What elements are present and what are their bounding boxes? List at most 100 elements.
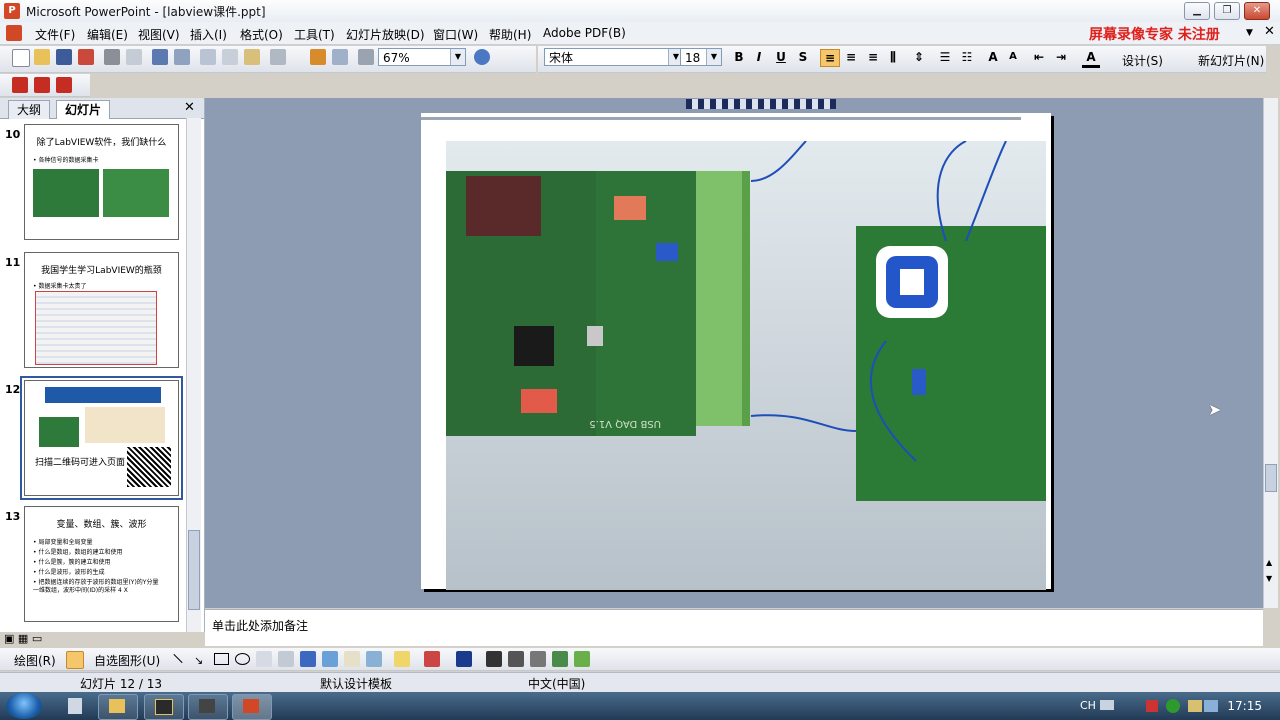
fill-color-icon[interactable] [394, 651, 410, 667]
menu-file[interactable]: 文件(F) [35, 26, 75, 43]
chevron-down-icon[interactable]: ▼ [450, 49, 465, 65]
font-name-select[interactable]: 宋体 ▼ [544, 48, 684, 66]
next-slide-icon[interactable]: ▼ [1266, 574, 1272, 583]
slide-area-scrollbar[interactable]: ▲ ▼ [1263, 98, 1278, 608]
menu-insert[interactable]: 插入(I) [190, 26, 227, 43]
menu-help[interactable]: 帮助(H) [489, 26, 531, 43]
copy-icon[interactable] [222, 49, 238, 65]
slide-thumbnail-10[interactable]: 除了LabVIEW软件，我们缺什么 • 各种信号的数据采集卡 [24, 124, 179, 240]
research-icon[interactable] [174, 49, 190, 65]
cut-icon[interactable] [200, 49, 216, 65]
restore-button[interactable]: ❐ [1214, 2, 1240, 20]
arrow-icon[interactable]: ↘ [194, 654, 203, 667]
permission-icon[interactable] [78, 49, 94, 65]
clipart-icon[interactable] [344, 651, 360, 667]
menu-tools[interactable]: 工具(T) [294, 26, 335, 43]
tab-outline[interactable]: 大纲 [8, 100, 51, 119]
document-icon[interactable] [6, 25, 22, 41]
print-icon[interactable] [104, 49, 120, 65]
paste-icon[interactable] [244, 49, 260, 65]
underline-button[interactable]: U [772, 49, 790, 65]
spelling-icon[interactable] [152, 49, 168, 65]
rectangle-icon[interactable] [214, 653, 229, 665]
network-add-icon[interactable] [1166, 699, 1180, 713]
line-style-icon[interactable] [486, 651, 502, 667]
line-spacing-button[interactable]: ⇕ [910, 49, 928, 65]
menu-edit[interactable]: 编辑(E) [87, 26, 128, 43]
recorder-taskbar-button[interactable] [188, 694, 228, 720]
normal-view-icon[interactable]: ▣ [4, 632, 14, 645]
design-button[interactable]: 设计(S) [1122, 52, 1163, 69]
powerpoint-taskbar-button[interactable] [232, 694, 272, 720]
pdf-email-icon[interactable] [34, 77, 50, 93]
shadow-button[interactable]: S [794, 49, 812, 65]
sorter-view-icon[interactable]: ▦ [18, 632, 28, 645]
clock[interactable]: 17:15 [1227, 699, 1262, 713]
arrow-style-icon[interactable] [530, 651, 546, 667]
insert-table-icon[interactable] [332, 49, 348, 65]
print-preview-icon[interactable] [126, 49, 142, 65]
new-slide-button[interactable]: 新幻灯片(N) [1198, 52, 1264, 69]
textbox-icon[interactable] [256, 651, 272, 667]
media-taskbar-button[interactable] [144, 694, 184, 720]
close-document-icon[interactable]: ✕ [1264, 24, 1275, 39]
slide-thumbnail-11[interactable]: 我国学生学习LabVIEW的瓶颈 • 数据采集卡太贵了 [24, 252, 179, 368]
slide-thumbnail-12[interactable]: 扫描二维码可进入页面 [20, 376, 183, 500]
draw-menu-button[interactable]: 绘图(R) [14, 652, 56, 669]
line-color-icon[interactable] [424, 651, 440, 667]
input-language[interactable]: CH [1080, 699, 1096, 712]
notes-pane[interactable]: 单击此处添加备注 [205, 609, 1263, 646]
open-icon[interactable] [34, 49, 50, 65]
previous-slide-icon[interactable]: ▲ [1266, 558, 1272, 567]
select-arrow-icon[interactable] [66, 651, 84, 669]
menu-slideshow[interactable]: 幻灯片放映(D) [346, 26, 425, 43]
network-icon[interactable] [1204, 700, 1218, 712]
save-icon[interactable] [56, 49, 72, 65]
slideshow-view-icon[interactable]: ▭ [32, 632, 42, 645]
increase-indent-button[interactable]: ⇥ [1052, 49, 1070, 65]
vertical-textbox-icon[interactable] [278, 651, 294, 667]
recorder-tray-icon[interactable] [1146, 700, 1158, 712]
menu-format[interactable]: 格式(O) [240, 26, 283, 43]
align-right-button[interactable]: ≡ [864, 49, 882, 65]
wordart-icon[interactable] [300, 651, 316, 667]
font-color-button[interactable]: A [1082, 49, 1100, 68]
keyboard-icon[interactable] [1100, 700, 1114, 710]
undo-icon[interactable] [270, 49, 286, 65]
menu-view[interactable]: 视图(V) [138, 26, 180, 43]
scrollbar-thumb[interactable] [1265, 464, 1277, 492]
diagram-icon[interactable] [322, 651, 338, 667]
show-desktop-icon[interactable] [68, 698, 82, 714]
font-color-icon[interactable] [456, 651, 472, 667]
autoshapes-button[interactable]: 自选图形(U) [94, 652, 160, 669]
pdf-convert-icon[interactable] [12, 77, 28, 93]
menu-window[interactable]: 窗口(W) [433, 26, 478, 43]
menu-adobe-pdf[interactable]: Adobe PDF(B) [543, 26, 626, 40]
volume-icon[interactable] [1188, 700, 1202, 712]
minimize-button[interactable]: ▁ [1184, 2, 1210, 20]
new-icon[interactable] [12, 49, 30, 67]
close-pane-icon[interactable]: ✕ [184, 100, 195, 115]
numbering-button[interactable]: ☰ [936, 49, 954, 65]
daq-board-photo[interactable]: USB DAQ V1.5 [446, 141, 1046, 590]
powerpoint-app-icon[interactable]: P [4, 3, 20, 19]
3d-style-icon[interactable] [574, 651, 590, 667]
italic-button[interactable]: I [750, 49, 768, 65]
explorer-taskbar-button[interactable] [98, 694, 138, 720]
help-icon[interactable] [474, 49, 490, 65]
scrollbar-thumb[interactable] [188, 530, 200, 610]
decrease-indent-button[interactable]: ⇤ [1030, 49, 1048, 65]
pdf-review-icon[interactable] [56, 77, 72, 93]
align-center-button[interactable]: ≡ [842, 49, 860, 65]
start-button[interactable] [6, 693, 42, 719]
insert-chart-icon[interactable] [310, 49, 326, 65]
line-icon[interactable] [173, 653, 183, 664]
bullets-button[interactable]: ☷ [958, 49, 976, 65]
font-size-select[interactable]: 18 ▼ [680, 48, 722, 66]
shadow-style-icon[interactable] [552, 651, 568, 667]
align-left-button[interactable]: ≡ [820, 49, 840, 67]
tab-slides[interactable]: 幻灯片 [56, 100, 111, 119]
dash-style-icon[interactable] [508, 651, 524, 667]
bold-button[interactable]: B [730, 49, 748, 65]
grid-icon[interactable] [358, 49, 374, 65]
